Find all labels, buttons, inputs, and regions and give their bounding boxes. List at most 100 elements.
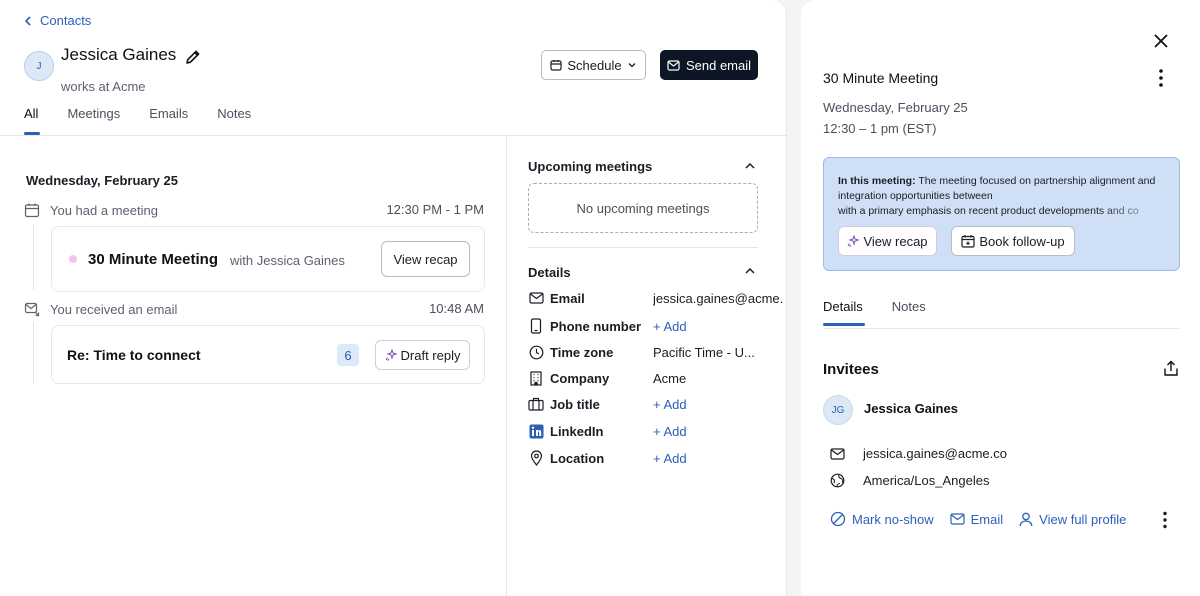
email-subject: Re: Time to connect bbox=[67, 347, 201, 363]
tab-details[interactable]: Details bbox=[823, 299, 865, 326]
invitee-timezone: America/Los_Angeles bbox=[863, 473, 990, 488]
no-upcoming-meetings: No upcoming meetings bbox=[528, 183, 758, 233]
divider bbox=[528, 247, 758, 248]
ban-icon bbox=[830, 511, 846, 527]
meeting-dot bbox=[69, 255, 77, 263]
email-invitee-button[interactable]: Email bbox=[950, 511, 1004, 527]
timeline-line bbox=[33, 322, 34, 384]
meeting-event-time: 12:30 PM - 1 PM bbox=[386, 202, 484, 217]
tab-all[interactable]: All bbox=[24, 106, 41, 135]
company-value[interactable]: Acme bbox=[653, 371, 783, 386]
chevron-up-icon[interactable] bbox=[744, 161, 756, 171]
email-event-row: You received an email bbox=[24, 301, 177, 317]
back-to-contacts-link[interactable]: Contacts bbox=[24, 13, 91, 28]
mark-no-show-label: Mark no-show bbox=[852, 511, 934, 527]
location-pin-icon bbox=[528, 450, 544, 466]
details-title: Details bbox=[528, 265, 571, 280]
add-phone-link[interactable]: + Add bbox=[653, 319, 783, 334]
schedule-label: Schedule bbox=[567, 57, 622, 73]
avatar: J bbox=[24, 51, 54, 81]
view-recap-button[interactable]: View recap bbox=[381, 241, 470, 277]
summary-fade bbox=[1099, 204, 1169, 220]
draft-reply-button[interactable]: Draft reply bbox=[375, 340, 470, 370]
invitees-title: Invitees bbox=[823, 361, 879, 378]
back-label: Contacts bbox=[40, 13, 92, 28]
detail-row-job-title: Job title + Add bbox=[528, 395, 787, 413]
detail-label: Company bbox=[550, 370, 610, 386]
send-email-label: Send email bbox=[685, 57, 752, 73]
edit-pencil-icon[interactable] bbox=[184, 48, 202, 66]
email-value[interactable]: jessica.gaines@acme.co bbox=[653, 291, 783, 306]
view-full-profile-button[interactable]: View full profile bbox=[1019, 512, 1126, 527]
view-full-profile-label: View full profile bbox=[1039, 511, 1127, 527]
meeting-card[interactable]: 30 Minute Meeting with Jessica Gaines Vi… bbox=[51, 226, 485, 292]
view-recap-button[interactable]: View recap bbox=[838, 226, 937, 256]
draft-reply-label: Draft reply bbox=[400, 347, 461, 363]
email-event-text: You received an email bbox=[50, 301, 178, 317]
panel-meeting-time: 12:30 – 1 pm (EST) bbox=[823, 121, 937, 136]
mail-icon bbox=[667, 59, 680, 71]
clock-icon bbox=[528, 344, 544, 360]
timeline-line bbox=[33, 224, 34, 290]
email-event-time: 10:48 AM bbox=[429, 301, 484, 316]
building-icon bbox=[528, 370, 544, 386]
contact-tabs: All Meetings Emails Notes bbox=[24, 106, 280, 135]
meeting-title: 30 Minute Meeting bbox=[88, 251, 219, 268]
person-icon bbox=[1019, 512, 1033, 527]
tab-emails[interactable]: Emails bbox=[149, 106, 188, 121]
chevron-up-icon[interactable] bbox=[744, 266, 756, 276]
tab-notes[interactable]: Notes bbox=[217, 106, 251, 121]
meeting-with: with Jessica Gaines bbox=[230, 253, 345, 268]
book-follow-up-button[interactable]: Book follow-up bbox=[951, 226, 1075, 256]
invitee-name[interactable]: Jessica Gaines bbox=[864, 401, 958, 416]
summary-body-2: with a primary emphasis on recent produc… bbox=[838, 205, 1139, 217]
detail-row-phone: Phone number + Add bbox=[528, 317, 787, 335]
chevron-left-icon bbox=[24, 15, 32, 26]
calendar-icon bbox=[24, 202, 40, 218]
detail-row-timezone: Time zone Pacific Time - U... bbox=[528, 343, 787, 361]
invitee-more-options-icon[interactable] bbox=[1160, 511, 1170, 529]
tab-meetings[interactable]: Meetings bbox=[67, 106, 120, 121]
tab-notes[interactable]: Notes bbox=[892, 299, 926, 314]
panel-meeting-title: 30 Minute Meeting bbox=[823, 70, 939, 86]
sparkle-icon bbox=[385, 349, 397, 361]
email-label: Email bbox=[970, 511, 1004, 527]
detail-label: Job title bbox=[550, 396, 600, 412]
send-email-button[interactable]: Send email bbox=[660, 50, 758, 80]
add-job-title-link[interactable]: + Add bbox=[653, 397, 783, 412]
chevron-down-icon bbox=[627, 60, 637, 70]
works-at: works at Acme bbox=[61, 79, 146, 94]
share-icon[interactable] bbox=[1163, 360, 1179, 377]
mail-received-icon bbox=[24, 301, 40, 317]
add-linkedin-link[interactable]: + Add bbox=[653, 424, 783, 439]
book-follow-up-label: Book follow-up bbox=[979, 233, 1065, 249]
meeting-detail-panel bbox=[801, 0, 1200, 596]
email-card[interactable]: Re: Time to connect 6 Draft reply bbox=[51, 325, 485, 384]
detail-row-email: Email jessica.gaines@acme.co bbox=[528, 289, 787, 307]
more-options-icon[interactable] bbox=[1156, 68, 1166, 88]
meeting-summary: In this meeting: The meeting focused on … bbox=[823, 157, 1180, 271]
mark-no-show-button[interactable]: Mark no-show bbox=[830, 511, 934, 527]
timeline-date: Wednesday, February 25 bbox=[26, 173, 178, 188]
linkedin-icon bbox=[528, 423, 544, 439]
timezone-value[interactable]: Pacific Time - U... bbox=[653, 345, 783, 360]
mail-icon bbox=[528, 290, 544, 306]
schedule-button[interactable]: Schedule bbox=[541, 50, 646, 80]
detail-label: LinkedIn bbox=[550, 423, 604, 439]
add-location-link[interactable]: + Add bbox=[653, 451, 783, 466]
mail-icon bbox=[950, 513, 965, 525]
detail-row-company: Company Acme bbox=[528, 369, 787, 387]
mail-icon bbox=[830, 447, 845, 460]
calendar-icon bbox=[550, 59, 562, 71]
meeting-event-text: You had a meeting bbox=[50, 202, 158, 218]
divider bbox=[506, 136, 507, 596]
detail-label: Email bbox=[550, 290, 585, 306]
invitee-email[interactable]: jessica.gaines@acme.co bbox=[863, 446, 1007, 461]
panel-tabs: Details Notes bbox=[823, 299, 955, 326]
detail-label: Location bbox=[550, 450, 605, 466]
detail-row-location: Location + Add bbox=[528, 449, 787, 467]
close-icon[interactable] bbox=[1152, 32, 1170, 50]
globe-icon bbox=[830, 473, 845, 488]
sparkle-icon bbox=[847, 235, 860, 247]
briefcase-icon bbox=[528, 396, 544, 412]
